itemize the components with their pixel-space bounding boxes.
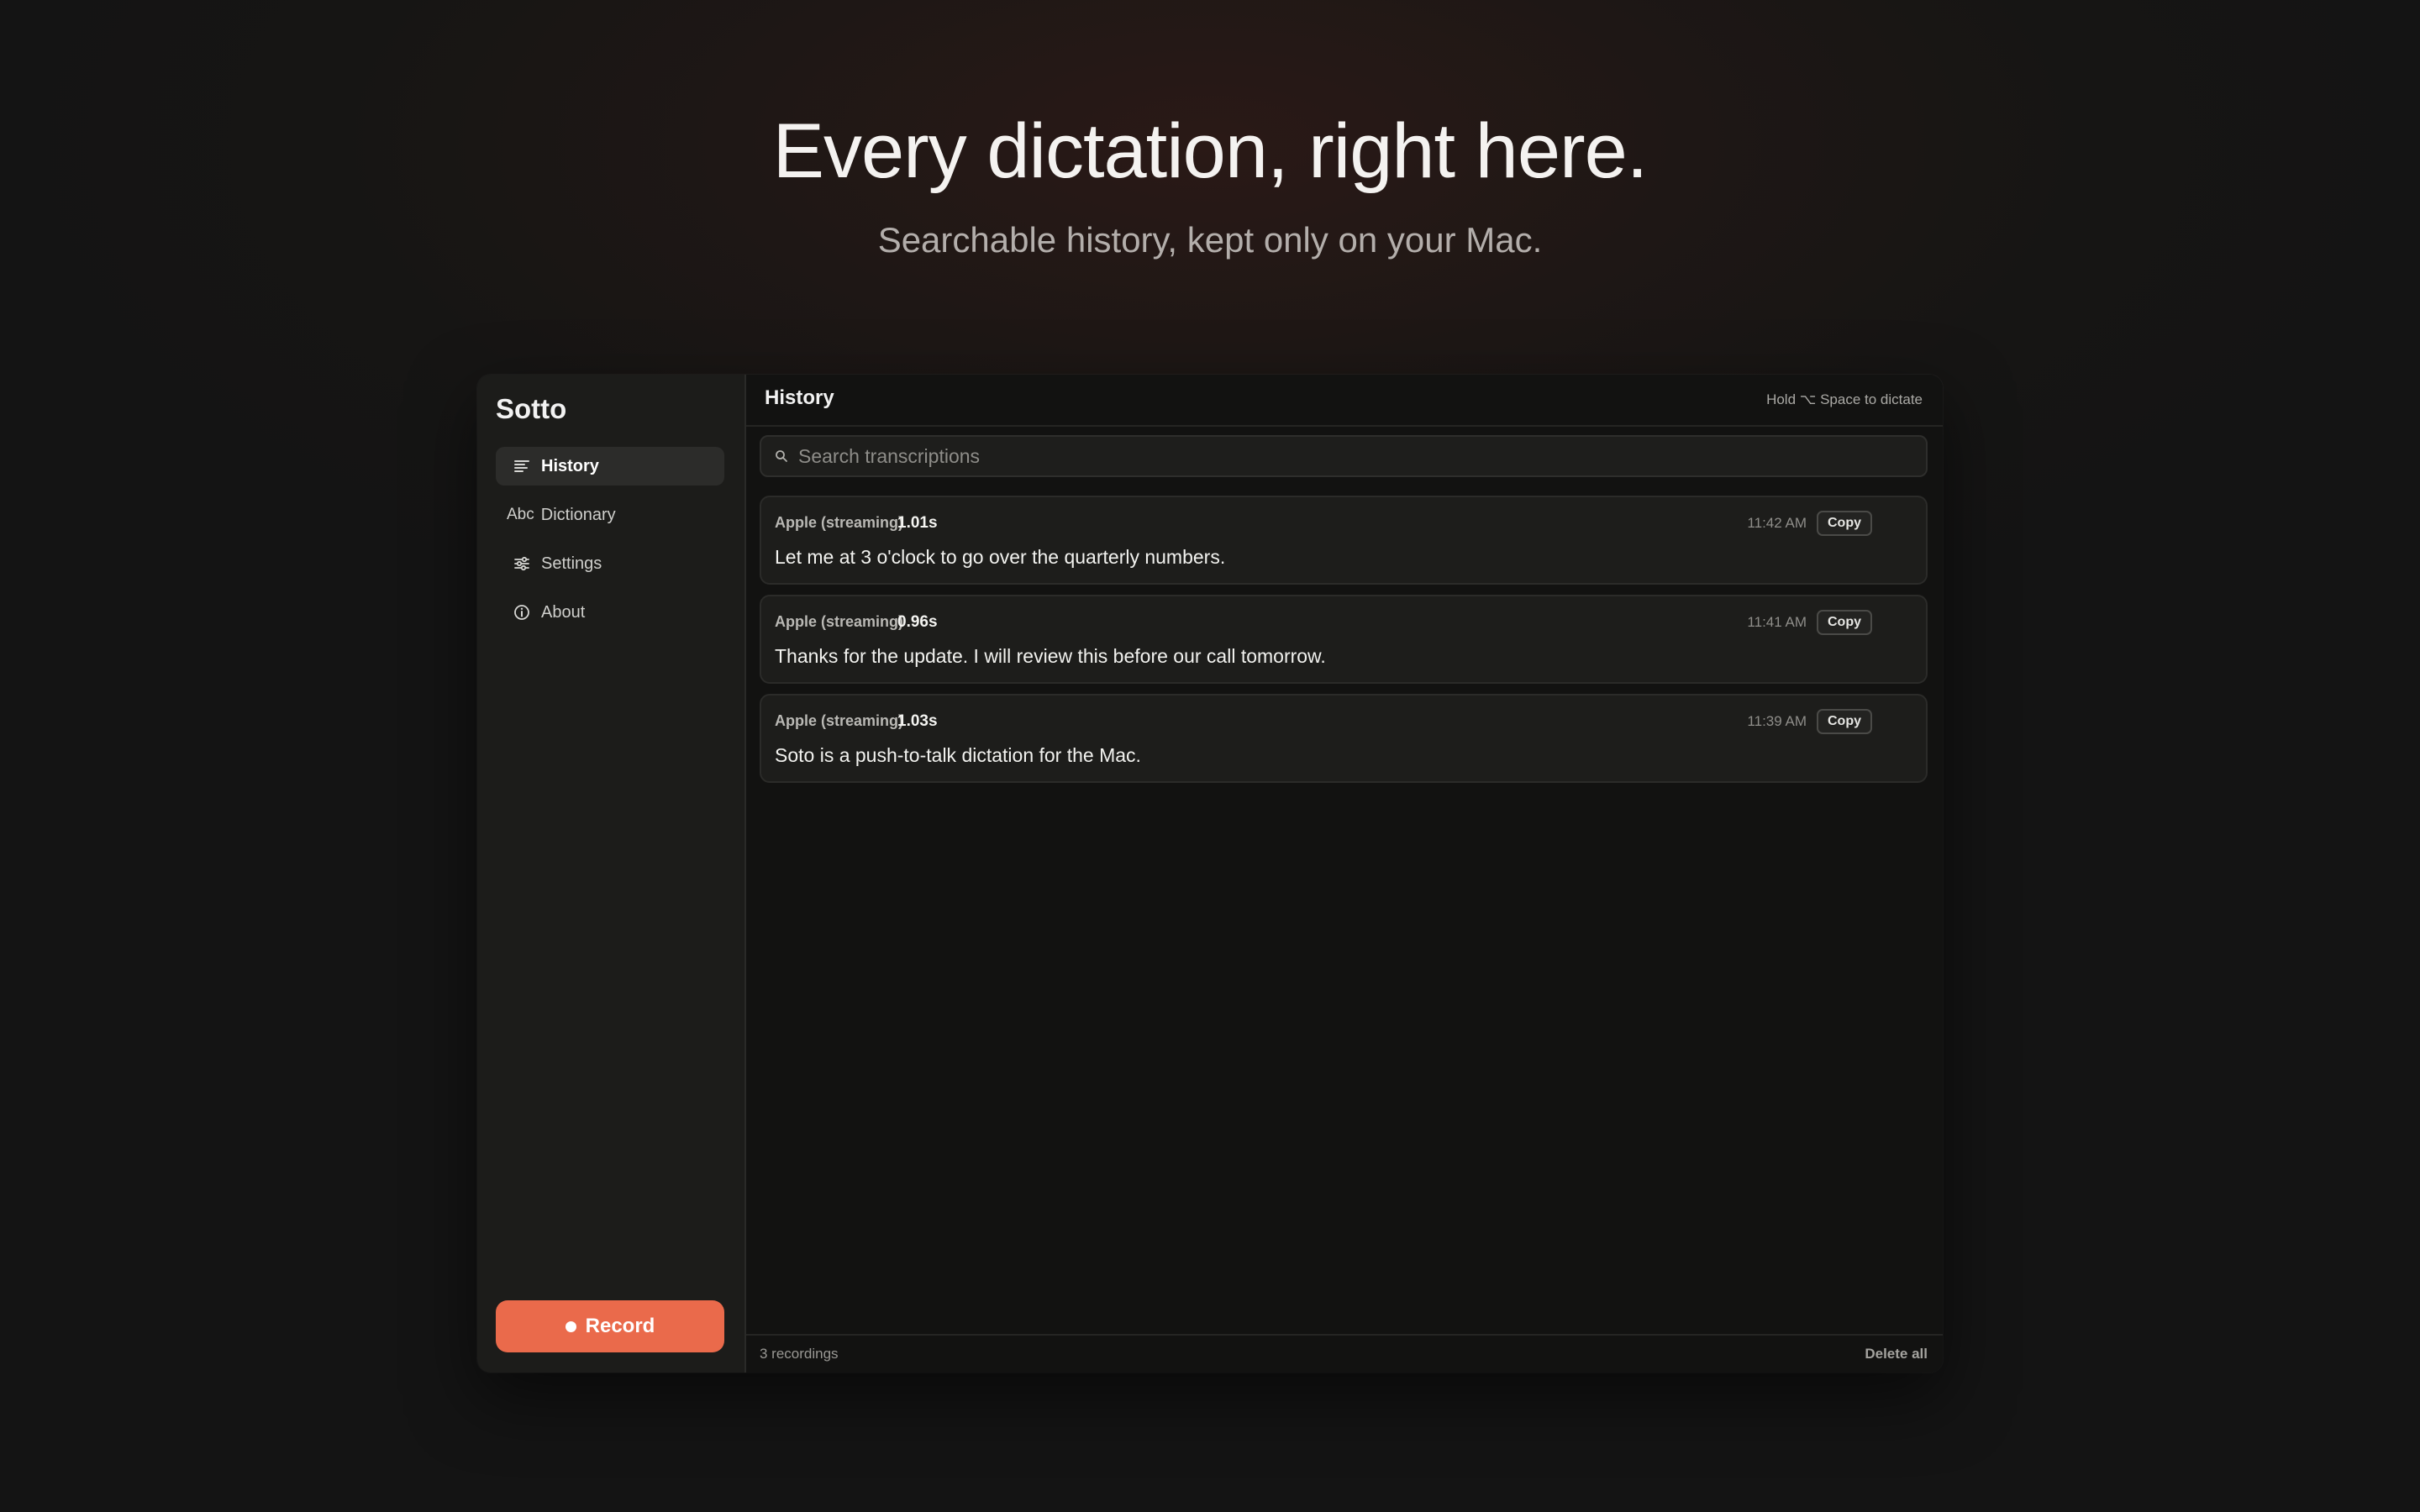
footer: 3 recordings Delete all (746, 1334, 1943, 1373)
record-label: Record (585, 1315, 655, 1337)
page-title: History (765, 386, 834, 409)
entry-duration: 0.96s (897, 613, 938, 631)
record-dot-icon (565, 1320, 576, 1332)
shortcut-hint: Hold ⌥ Space to dictate (1766, 391, 1923, 407)
app-title: Sotto (496, 393, 567, 424)
sidebar-item-label: About (541, 602, 586, 622)
main-panel: History Hold ⌥ Space to dictate Apple (s… (746, 375, 1943, 1373)
entry-engine: Apple (streaming) (775, 613, 904, 630)
history-entry[interactable]: Apple (streaming) 0.96s 11:41 AM Copy Th… (760, 595, 1928, 684)
header: History Hold ⌥ Space to dictate (746, 375, 1943, 427)
copy-button[interactable]: Copy (1817, 610, 1872, 635)
entry-text: Thanks for the update. I will review thi… (775, 645, 1326, 667)
record-button[interactable]: Record (496, 1300, 724, 1352)
abc-icon: Abc (507, 506, 534, 523)
sidebar-item-history[interactable]: History (496, 447, 724, 486)
copy-button[interactable]: Copy (1817, 709, 1872, 734)
delete-all-button[interactable]: Delete all (1865, 1342, 1928, 1366)
hero-title: Every dictation, right here. (772, 108, 1649, 194)
entry-engine: Apple (streaming) (775, 514, 904, 531)
entry-time: 11:39 AM (1747, 713, 1807, 729)
entry-duration: 1.03s (897, 712, 938, 730)
sidebar-item-label: Settings (541, 554, 602, 573)
app-window: Sotto History Abc Dictionary Settings Ab… (477, 375, 1943, 1373)
sidebar-item-dictionary[interactable]: Abc Dictionary (496, 496, 724, 534)
hero-subtitle: Searchable history, kept only on your Ma… (877, 220, 1543, 260)
sidebar-item-settings[interactable]: Settings (496, 544, 724, 583)
entry-text: Soto is a push-to-talk dictation for the… (775, 744, 1141, 766)
entry-text: Let me at 3 o'clock to go over the quart… (775, 546, 1226, 568)
sidebar-item-about[interactable]: About (496, 593, 724, 632)
search-icon (775, 449, 788, 463)
recording-count: 3 recordings (760, 1346, 839, 1362)
search-input[interactable] (798, 444, 1926, 468)
copy-button[interactable]: Copy (1817, 511, 1872, 536)
sidebar-item-label: History (541, 456, 599, 475)
entry-engine: Apple (streaming) (775, 712, 904, 729)
entry-time: 11:42 AM (1747, 515, 1807, 531)
search-box[interactable] (760, 435, 1928, 477)
info-icon (513, 604, 531, 621)
history-entry[interactable]: Apple (streaming) 1.03s 11:39 AM Copy So… (760, 694, 1928, 783)
sliders-icon (513, 556, 531, 571)
sidebar-item-label: Dictionary (540, 505, 616, 524)
entry-duration: 1.01s (897, 514, 938, 532)
sidebar: Sotto History Abc Dictionary Settings Ab… (477, 375, 746, 1373)
history-entry[interactable]: Apple (streaming) 1.01s 11:42 AM Copy Le… (760, 496, 1928, 585)
entry-time: 11:41 AM (1747, 614, 1807, 630)
list-icon (513, 459, 531, 474)
